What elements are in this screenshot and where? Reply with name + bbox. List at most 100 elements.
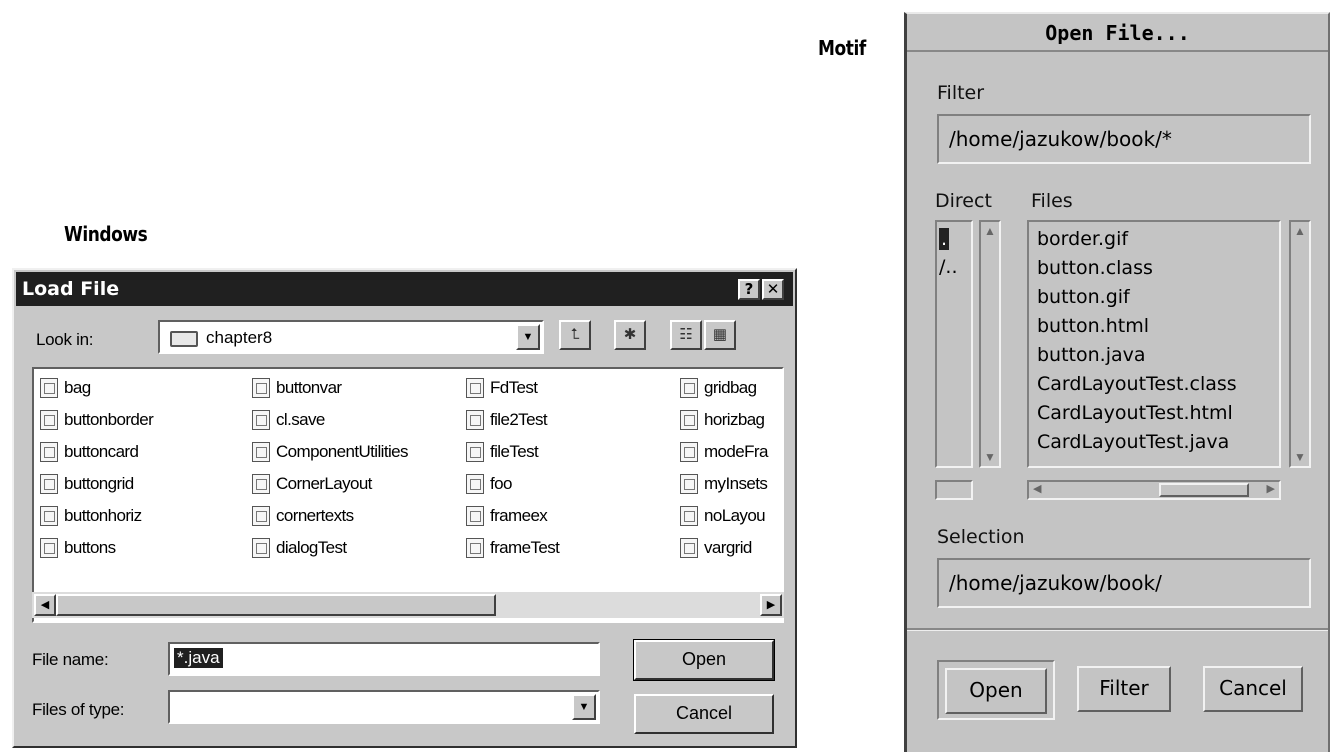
cancel-button[interactable]: Cancel <box>1203 666 1303 712</box>
list-item[interactable]: border.gif <box>1037 228 1128 250</box>
files-of-type-dropdown-arrow[interactable]: ▼ <box>572 694 596 720</box>
open-button[interactable]: Open <box>945 668 1047 714</box>
file-icon <box>680 410 698 430</box>
scroll-right-icon[interactable]: ▶ <box>760 594 782 616</box>
list-item[interactable]: buttongrid <box>40 471 134 497</box>
list-item[interactable]: buttoncard <box>40 439 139 465</box>
list-view-icon[interactable]: ☷ <box>670 320 702 350</box>
directories-horizontal-scrollbar[interactable] <box>935 480 973 500</box>
list-item[interactable]: modeFra <box>680 439 768 465</box>
file-icon <box>466 474 484 494</box>
file-icon <box>680 474 698 494</box>
list-item[interactable]: horizbag <box>680 407 765 433</box>
file-icon <box>252 442 270 462</box>
list-item[interactable]: CardLayoutTest.html <box>1037 402 1233 424</box>
file-icon <box>40 442 58 462</box>
files-of-type-select[interactable]: ▼ <box>168 690 600 724</box>
list-item[interactable]: buttons <box>40 535 116 561</box>
files-vertical-scrollbar[interactable]: ▲ ▼ <box>1289 220 1311 468</box>
file-icon <box>252 506 270 526</box>
file-list[interactable]: bag buttonborder buttoncard buttongrid b… <box>32 367 784 623</box>
details-view-icon[interactable]: ▦ <box>704 320 736 350</box>
list-item[interactable]: bag <box>40 375 91 401</box>
scroll-up-icon[interactable]: ▲ <box>982 222 998 240</box>
scroll-down-icon[interactable]: ▼ <box>1292 448 1308 466</box>
filter-button[interactable]: Filter <box>1077 666 1171 712</box>
filter-input[interactable]: /home/jazukow/book/* <box>937 114 1311 164</box>
help-button[interactable]: ? <box>738 279 760 300</box>
list-item[interactable]: vargrid <box>680 535 752 561</box>
file-icon <box>40 378 58 398</box>
list-item[interactable]: buttonvar <box>252 375 342 401</box>
list-item[interactable]: button.class <box>1037 257 1153 279</box>
file-icon <box>252 538 270 558</box>
motif-open-file-dialog: Open File... Filter /home/jazukow/book/*… <box>904 12 1330 752</box>
list-item[interactable]: foo <box>466 471 512 497</box>
list-item[interactable]: cl.save <box>252 407 325 433</box>
scroll-left-icon[interactable]: ◀ <box>34 594 56 616</box>
windows-load-file-dialog: Load File ? ✕ Look in: chapter8 ▼ ⮤ ✱ ☷ … <box>12 268 797 748</box>
files-label: Files <box>1031 190 1073 212</box>
list-item[interactable]: myInsets <box>680 471 768 497</box>
list-item[interactable]: CardLayoutTest.java <box>1037 431 1229 453</box>
open-button[interactable]: Open <box>633 639 775 681</box>
list-item[interactable]: frameex <box>466 503 548 529</box>
dialog-title[interactable]: Open File... <box>907 14 1328 52</box>
selection-label: Selection <box>937 526 1025 548</box>
directories-list[interactable]: . /.. <box>935 220 973 468</box>
list-item[interactable]: CornerLayout <box>252 471 372 497</box>
files-of-type-label: Files of type: <box>32 700 125 719</box>
scroll-down-icon[interactable]: ▼ <box>982 448 998 466</box>
list-item[interactable]: button.html <box>1037 315 1149 337</box>
list-item[interactable]: FdTest <box>466 375 538 401</box>
scroll-up-icon[interactable]: ▲ <box>1292 222 1308 240</box>
list-item[interactable]: button.java <box>1037 344 1146 366</box>
directories-label: Direct <box>935 190 992 212</box>
list-item[interactable]: noLayou <box>680 503 766 529</box>
list-item[interactable]: /.. <box>939 256 957 278</box>
list-item[interactable]: frameTest <box>466 535 560 561</box>
files-horizontal-scrollbar[interactable]: ◀ ▶ <box>1027 480 1281 500</box>
scroll-left-icon[interactable]: ◀ <box>1033 482 1041 495</box>
new-folder-icon[interactable]: ✱ <box>614 320 646 350</box>
scrollbar-thumb[interactable] <box>56 594 496 616</box>
selection-input[interactable]: /home/jazukow/book/ <box>937 558 1311 608</box>
separator <box>907 628 1328 631</box>
cancel-button[interactable]: Cancel <box>634 694 774 734</box>
dialog-title: Load File <box>22 278 120 300</box>
look-in-dropdown-arrow[interactable]: ▼ <box>516 324 540 350</box>
file-icon <box>466 442 484 462</box>
directories-vertical-scrollbar[interactable]: ▲ ▼ <box>979 220 1001 468</box>
scrollbar-thumb[interactable] <box>1159 483 1249 497</box>
list-item[interactable]: gridbag <box>680 375 757 401</box>
file-icon <box>40 506 58 526</box>
title-bar[interactable]: Load File ? ✕ <box>16 272 793 306</box>
file-icon <box>40 538 58 558</box>
file-name-input[interactable]: *.java <box>168 642 600 676</box>
look-in-value: chapter8 <box>206 328 273 347</box>
list-item[interactable]: . <box>939 228 950 250</box>
file-icon <box>466 378 484 398</box>
list-item[interactable]: button.gif <box>1037 286 1130 308</box>
look-in-combobox[interactable]: chapter8 ▼ <box>158 320 544 354</box>
file-icon <box>680 538 698 558</box>
up-one-level-icon[interactable]: ⮤ <box>559 320 591 350</box>
file-icon <box>252 410 270 430</box>
close-button[interactable]: ✕ <box>762 279 784 300</box>
horizontal-scrollbar[interactable]: ◀ ▶ <box>32 592 784 618</box>
scroll-right-icon[interactable]: ▶ <box>1267 482 1275 495</box>
list-item[interactable]: buttonhoriz <box>40 503 142 529</box>
list-item[interactable]: fileTest <box>466 439 539 465</box>
files-list[interactable]: border.gif button.class button.gif butto… <box>1027 220 1281 468</box>
file-icon <box>466 506 484 526</box>
folder-icon <box>170 331 198 347</box>
file-name-label: File name: <box>32 650 109 669</box>
list-item[interactable]: dialogTest <box>252 535 347 561</box>
list-item[interactable]: CardLayoutTest.class <box>1037 373 1237 395</box>
list-item[interactable]: ComponentUtilities <box>252 439 408 465</box>
file-icon <box>40 474 58 494</box>
list-item[interactable]: cornertexts <box>252 503 354 529</box>
list-item[interactable]: file2Test <box>466 407 548 433</box>
list-item[interactable]: buttonborder <box>40 407 154 433</box>
look-in-label: Look in: <box>36 330 94 349</box>
